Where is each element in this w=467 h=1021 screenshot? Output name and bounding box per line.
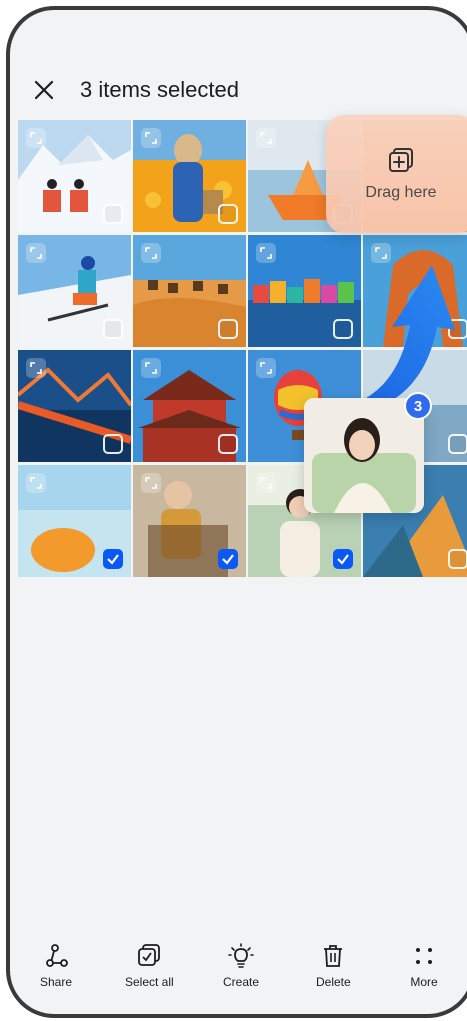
drag-preview-thumbnail <box>304 398 424 513</box>
create-button[interactable]: Create <box>223 942 259 989</box>
expand-icon[interactable] <box>256 358 276 378</box>
select-checkbox[interactable] <box>448 549 467 569</box>
select-checkbox[interactable] <box>218 204 238 224</box>
expand-icon[interactable] <box>26 243 46 263</box>
photo-tile[interactable] <box>18 235 131 347</box>
page-title: 3 items selected <box>80 77 239 102</box>
drag-arrow-icon <box>325 265 455 417</box>
expand-icon[interactable] <box>26 473 46 493</box>
preview-woman-photo <box>304 398 424 513</box>
select-checkbox[interactable] <box>103 204 123 224</box>
expand-icon[interactable] <box>141 243 161 263</box>
close-icon <box>34 80 54 100</box>
more-dots-icon <box>416 948 432 964</box>
drag-here-target[interactable]: Drag here <box>326 115 467 233</box>
select-checkbox[interactable] <box>103 319 123 339</box>
lightbulb-icon <box>228 943 254 968</box>
share-button[interactable]: Share <box>40 942 72 989</box>
photo-tile[interactable] <box>18 465 131 577</box>
photo-tile[interactable] <box>133 120 246 232</box>
select-checkbox[interactable] <box>448 434 467 454</box>
delete-button[interactable]: Delete <box>316 942 351 989</box>
select-checkbox[interactable] <box>103 434 123 454</box>
selection-header: 3 items selected <box>30 70 239 110</box>
bottom-toolbar: Share Select all Create Delete More <box>0 942 467 1002</box>
expand-icon[interactable] <box>256 473 276 493</box>
photo-tile[interactable] <box>18 350 131 462</box>
select-all-label: Select all <box>125 975 174 989</box>
add-to-album-icon <box>389 148 413 172</box>
select-checkbox-checked[interactable] <box>333 549 353 569</box>
checkmark-icon <box>107 554 119 565</box>
delete-label: Delete <box>316 975 351 989</box>
expand-icon[interactable] <box>256 243 276 263</box>
select-all-icon <box>138 944 161 966</box>
share-icon <box>46 944 68 967</box>
expand-icon[interactable] <box>141 128 161 148</box>
more-button[interactable]: More <box>410 942 438 989</box>
photo-tile[interactable] <box>133 350 246 462</box>
checkmark-icon <box>337 554 349 565</box>
select-all-button[interactable]: Select all <box>125 942 174 989</box>
select-checkbox-checked[interactable] <box>218 549 238 569</box>
close-selection-button[interactable] <box>30 76 58 104</box>
selection-count-badge: 3 <box>404 392 432 420</box>
share-label: Share <box>40 975 73 989</box>
create-label: Create <box>223 975 260 989</box>
drag-here-label: Drag here <box>365 184 437 201</box>
select-checkbox[interactable] <box>218 319 238 339</box>
photo-tile[interactable] <box>18 120 131 232</box>
trash-icon <box>324 945 343 967</box>
checkmark-icon <box>222 554 234 565</box>
photo-tile[interactable] <box>133 235 246 347</box>
expand-icon[interactable] <box>26 358 46 378</box>
expand-icon[interactable] <box>141 473 161 493</box>
expand-icon[interactable] <box>256 128 276 148</box>
select-checkbox-checked[interactable] <box>103 549 123 569</box>
expand-icon[interactable] <box>26 128 46 148</box>
more-label: More <box>410 975 438 989</box>
expand-icon[interactable] <box>141 358 161 378</box>
photo-tile[interactable] <box>133 465 246 577</box>
select-checkbox[interactable] <box>218 434 238 454</box>
